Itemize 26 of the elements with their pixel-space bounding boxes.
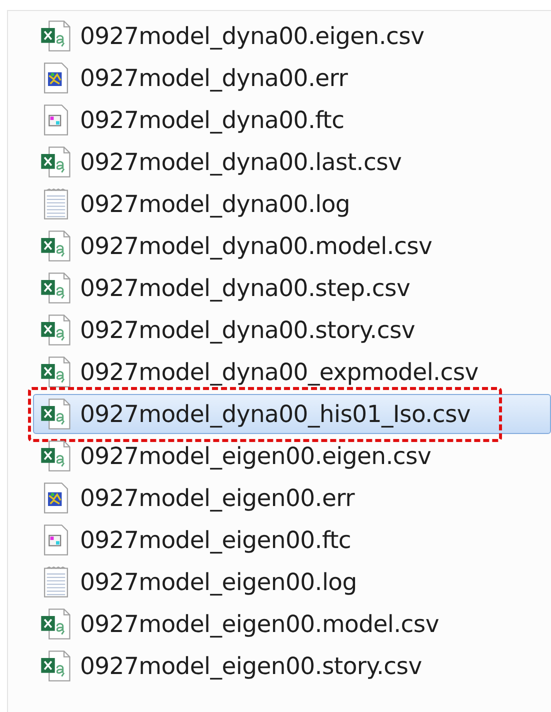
file-item[interactable]: 0927model_eigen00.ftc bbox=[33, 520, 551, 560]
sheet-icon bbox=[40, 650, 72, 682]
sheet-icon bbox=[40, 272, 72, 304]
file-item[interactable]: 0927model_eigen00.story.csv bbox=[33, 646, 551, 686]
file-item[interactable]: 0927model_dyna00.eigen.csv bbox=[33, 16, 551, 56]
file-item[interactable]: 0927model_dyna00_his01_Iso.csv bbox=[33, 394, 551, 434]
file-item[interactable]: 0927model_dyna00.err bbox=[33, 58, 551, 98]
file-item[interactable]: 0927model_dyna00.story.csv bbox=[33, 310, 551, 350]
sheet-icon bbox=[40, 230, 72, 262]
file-item[interactable]: 0927model_dyna00.last.csv bbox=[33, 142, 551, 182]
file-item[interactable]: 0927model_dyna00.ftc bbox=[33, 100, 551, 140]
file-item[interactable]: 0927model_dyna00.log bbox=[33, 184, 551, 224]
file-item[interactable]: 0927model_dyna00.model.csv bbox=[33, 226, 551, 266]
sheet-icon bbox=[40, 356, 72, 388]
sheet-icon bbox=[40, 314, 72, 346]
sheet-icon bbox=[40, 608, 72, 640]
sheet-icon bbox=[40, 398, 72, 430]
sheet-icon bbox=[40, 146, 72, 178]
file-item[interactable]: 0927model_eigen00.err bbox=[33, 478, 551, 518]
file-item[interactable]: 0927model_eigen00.log bbox=[33, 562, 551, 602]
sheet-icon bbox=[40, 440, 72, 472]
sheet-icon bbox=[40, 20, 72, 52]
file-item[interactable]: 0927model_dyna00_expmodel.csv bbox=[33, 352, 551, 392]
file-item[interactable]: 0927model_eigen00.model.csv bbox=[33, 604, 551, 644]
file-item[interactable]: 0927model_eigen00.eigen.csv bbox=[33, 436, 551, 476]
file-item[interactable]: 0927model_dyna00.step.csv bbox=[33, 268, 551, 308]
